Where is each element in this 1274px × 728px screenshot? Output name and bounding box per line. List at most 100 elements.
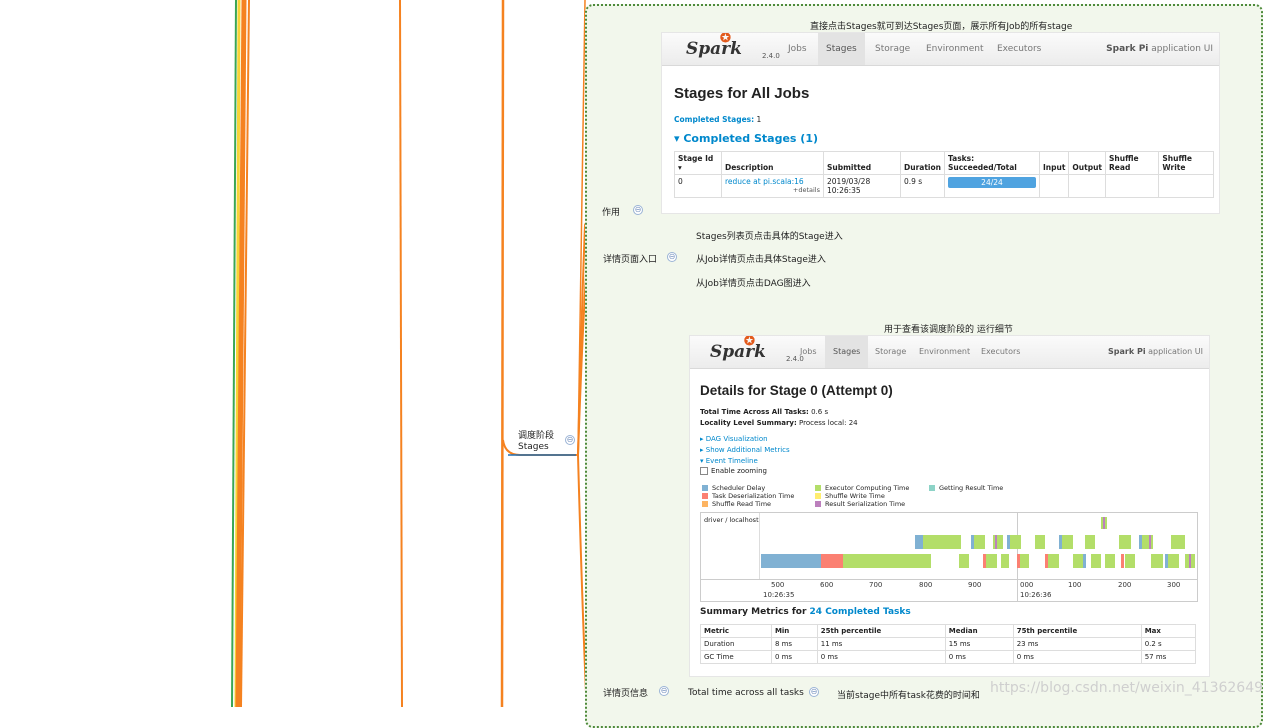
col-median: Median (944, 624, 1014, 638)
navbar: Spark ✪ 2.4.0 Jobs Stages Storage Enviro… (690, 336, 1209, 369)
app-name: Spark Pi application UI (1106, 44, 1213, 54)
additional-metrics-link[interactable]: ▸ Show Additional Metrics (700, 446, 790, 454)
description-link[interactable]: reduce at pi.scala:16 (725, 177, 820, 186)
tab-jobs[interactable]: Jobs (780, 33, 815, 65)
col-submitted[interactable]: Submitted (823, 151, 901, 175)
entry-item-3[interactable]: 从Job详情页点击DAG图进入 (696, 276, 811, 289)
entry-item-2[interactable]: 从Job详情页点击具体Stage进入 (696, 252, 826, 265)
tab-environment[interactable]: Environment (918, 33, 991, 65)
watermark: https://blog.csdn.net/weixin_41362649 (990, 680, 1264, 696)
collapse-icon[interactable]: ⊖ (633, 205, 643, 215)
axis-tick: 100 (1068, 581, 1082, 589)
app-name: Spark Pi application UI (1108, 347, 1203, 356)
axis-tick: 900 (968, 581, 982, 589)
tab-executors[interactable]: Executors (989, 33, 1049, 65)
cell-tasks: 24/24 (943, 174, 1040, 198)
event-timeline[interactable]: driver / localhost 500 600 700 800 900 0… (700, 512, 1198, 602)
col-input[interactable]: Input (1038, 151, 1070, 175)
col-tasks[interactable]: Tasks: Succeeded/Total (943, 151, 1040, 175)
col-min: Min (770, 624, 818, 638)
axis-tick: 300 (1167, 581, 1181, 589)
table-header-row: Stage Id ▾ Description Submitted Duratio… (674, 151, 1214, 175)
tab-stages[interactable]: Stages (825, 336, 869, 368)
collapse-icon[interactable]: ⊖ (659, 686, 669, 696)
cell-description: reduce at pi.scala:16 +details (721, 174, 824, 198)
spark-version: 2.4.0 (762, 52, 780, 60)
col-shuffle-read[interactable]: Shuffle Read (1105, 151, 1160, 175)
completed-stages-link[interactable]: Completed Stages: (674, 115, 754, 124)
root-label-line1: 调度阶段 (518, 431, 555, 441)
cell: 15 ms (944, 637, 1014, 651)
cell-shuffle-write (1158, 174, 1214, 198)
collapse-icon[interactable]: ⊖ (809, 687, 819, 697)
axis-time-left: 10:26:35 (763, 591, 795, 599)
root-label-line2: Stages (518, 442, 549, 452)
cell: 11 ms (816, 637, 946, 651)
checkbox-icon[interactable] (700, 467, 708, 475)
cell: 57 ms (1140, 650, 1197, 664)
completed-tasks-link[interactable]: 24 Completed Tasks (810, 607, 911, 617)
table-row: Duration 8 ms 11 ms 15 ms 23 ms 0.2 s (700, 637, 1197, 651)
tab-executors[interactable]: Executors (973, 336, 1028, 368)
cell-stage-id: 0 (674, 174, 722, 198)
caption-mid: 用于查看该调度阶段的 运行细节 (884, 325, 1013, 335)
enable-zooming[interactable]: Enable zooming (700, 467, 767, 475)
axis-tick: 600 (820, 581, 834, 589)
detail-item-total-time-desc[interactable]: 当前stage中所有task花费的时间和 (837, 688, 980, 701)
tab-environment[interactable]: Environment (911, 336, 978, 368)
table-row: 0 reduce at pi.scala:16 +details 2019/03… (674, 174, 1214, 198)
spark-logo-text: Spark (710, 342, 766, 362)
table-header-row: Metric Min 25th percentile Median 75th p… (700, 624, 1197, 638)
cell: 0 ms (944, 650, 1014, 664)
node-entry[interactable]: 详情页面入口 (603, 252, 657, 265)
node-detail[interactable]: 详情页信息 (603, 686, 648, 699)
tab-storage[interactable]: Storage (867, 336, 914, 368)
details-toggle[interactable]: +details (725, 186, 820, 194)
legend-item: Getting Result Time (929, 484, 1003, 492)
legend-item: Result Serialization Time (815, 500, 905, 508)
col-max: Max (1140, 624, 1197, 638)
completed-stages-count: 1 (754, 115, 762, 124)
legend-item: Shuffle Write Time (815, 492, 885, 500)
spark-logo: Spark ✪ 2.4.0 (710, 336, 804, 363)
timeline-axis (701, 579, 1197, 580)
node-root[interactable]: 调度阶段 Stages (518, 431, 554, 453)
col-stage-id[interactable]: Stage Id ▾ (674, 151, 722, 175)
col-output[interactable]: Output (1068, 151, 1107, 175)
axis-time-right: 10:26:36 (1020, 591, 1052, 599)
axis-tick: 500 (771, 581, 785, 589)
cell-shuffle-read (1105, 174, 1160, 198)
tab-jobs[interactable]: Jobs (792, 336, 825, 368)
collapse-icon[interactable]: ⊖ (667, 252, 677, 262)
dag-visualization-link[interactable]: ▸ DAG Visualization (700, 435, 768, 443)
tab-storage[interactable]: Storage (867, 33, 918, 65)
completed-stages-header[interactable]: ▾ Completed Stages (1) (674, 132, 818, 145)
tab-stages[interactable]: Stages (818, 33, 865, 65)
tasks-progress-bar: 24/24 (947, 177, 1036, 188)
locality-line: Locality Level Summary: Process local: 2… (700, 419, 858, 427)
collapse-icon[interactable]: ⊖ (565, 435, 575, 445)
detail-item-total-time[interactable]: Total time across all tasks (688, 688, 804, 698)
node-purpose[interactable]: 作用 (602, 205, 620, 218)
cell-output (1068, 174, 1107, 198)
entry-item-1[interactable]: Stages列表页点击具体的Stage进入 (696, 229, 843, 242)
col-duration[interactable]: Duration (900, 151, 945, 175)
stage-detail-screenshot: Spark ✪ 2.4.0 Jobs Stages Storage Enviro… (689, 335, 1210, 677)
col-p75: 75th percentile (1012, 624, 1142, 638)
col-description[interactable]: Description (721, 151, 824, 175)
caption-top: 直接点击Stages就可到达Stages页面，展示所有Job的所有stage (810, 22, 1073, 32)
legend-item: Task Deserialization Time (702, 492, 794, 500)
col-shuffle-write[interactable]: Shuffle Write (1158, 151, 1214, 175)
cell: 0.2 s (1140, 637, 1197, 651)
legend-item: Executor Computing Time (815, 484, 909, 492)
page-title: Details for Stage 0 (Attempt 0) (700, 383, 893, 398)
event-timeline-link[interactable]: ▾ Event Timeline (700, 457, 758, 465)
timeline-bars (761, 517, 1195, 568)
cell: 23 ms (1012, 637, 1142, 651)
cell-submitted: 2019/03/28 10:26:35 (823, 174, 901, 198)
spark-logo-text: Spark (686, 39, 742, 59)
star-icon: ✪ (720, 32, 731, 46)
page-title: Stages for All Jobs (674, 85, 810, 102)
cell-duration: 0.9 s (900, 174, 945, 198)
star-icon: ✪ (744, 335, 755, 349)
